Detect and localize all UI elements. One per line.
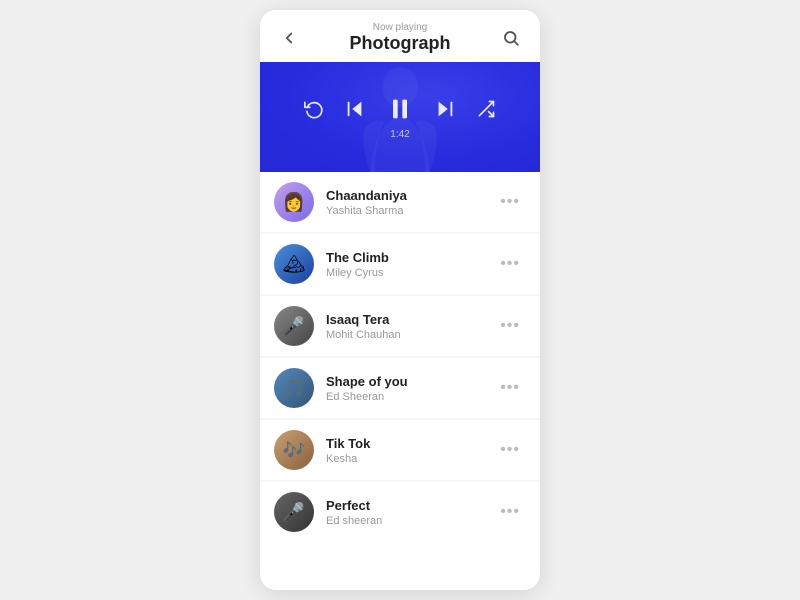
song-name-2: The Climb	[326, 250, 494, 265]
song-item-5[interactable]: 🎶 Tik Tok Kesha •••	[260, 420, 540, 480]
song-info-1: Chaandaniya Yashita Sharma	[326, 188, 494, 217]
song-avatar-6: 🎤	[274, 492, 314, 532]
song-artist-6: Ed sheeran	[326, 515, 494, 527]
song-avatar-2: 🏔	[274, 244, 314, 284]
song-info-3: Isaaq Tera Mohit Chauhan	[326, 312, 494, 341]
more-button-2[interactable]: •••	[494, 251, 526, 277]
more-button-3[interactable]: •••	[494, 313, 526, 339]
song-info-4: Shape of you Ed Sheeran	[326, 374, 494, 403]
current-time: 1:42	[390, 129, 409, 140]
song-artist-5: Kesha	[326, 453, 494, 465]
song-item-6[interactable]: 🎤 Perfect Ed sheeran •••	[260, 482, 540, 542]
song-item-2[interactable]: 🏔 The Climb Miley Cyrus •••	[260, 234, 540, 294]
song-name-5: Tik Tok	[326, 436, 494, 451]
song-avatar-3: 🎤	[274, 306, 314, 346]
song-name-4: Shape of you	[326, 374, 494, 389]
header: Now playing Photograph	[260, 10, 540, 62]
song-info-6: Perfect Ed sheeran	[326, 498, 494, 527]
pause-button[interactable]	[386, 95, 414, 123]
more-button-4[interactable]: •••	[494, 375, 526, 401]
next-button[interactable]	[434, 98, 456, 120]
back-button[interactable]	[276, 25, 302, 51]
song-avatar-4: 🎵	[274, 368, 314, 408]
search-button[interactable]	[498, 25, 524, 51]
song-list: 👩 Chaandaniya Yashita Sharma ••• 🏔 The C…	[260, 172, 540, 542]
more-button-5[interactable]: •••	[494, 437, 526, 463]
song-name-6: Perfect	[326, 498, 494, 513]
more-button-1[interactable]: •••	[494, 189, 526, 215]
playback-controls	[304, 95, 496, 123]
song-item-3[interactable]: 🎤 Isaaq Tera Mohit Chauhan •••	[260, 296, 540, 356]
shuffle-button[interactable]	[476, 99, 496, 119]
now-playing-label: Now playing	[302, 22, 498, 33]
song-info-2: The Climb Miley Cyrus	[326, 250, 494, 279]
song-name-3: Isaaq Tera	[326, 312, 494, 327]
song-artist-4: Ed Sheeran	[326, 391, 494, 403]
player-area: 1:42	[260, 62, 540, 172]
current-song-title: Photograph	[350, 33, 451, 53]
song-name-1: Chaandaniya	[326, 188, 494, 203]
header-center: Now playing Photograph	[302, 22, 498, 54]
song-artist-2: Miley Cyrus	[326, 267, 494, 279]
song-item-1[interactable]: 👩 Chaandaniya Yashita Sharma •••	[260, 172, 540, 232]
song-item-4[interactable]: 🎵 Shape of you Ed Sheeran •••	[260, 358, 540, 418]
song-avatar-5: 🎶	[274, 430, 314, 470]
song-info-5: Tik Tok Kesha	[326, 436, 494, 465]
replay-button[interactable]	[304, 99, 324, 119]
song-artist-1: Yashita Sharma	[326, 205, 494, 217]
song-avatar-1: 👩	[274, 182, 314, 222]
previous-button[interactable]	[344, 98, 366, 120]
more-button-6[interactable]: •••	[494, 499, 526, 525]
song-artist-3: Mohit Chauhan	[326, 329, 494, 341]
phone-container: Now playing Photograph	[260, 10, 540, 590]
